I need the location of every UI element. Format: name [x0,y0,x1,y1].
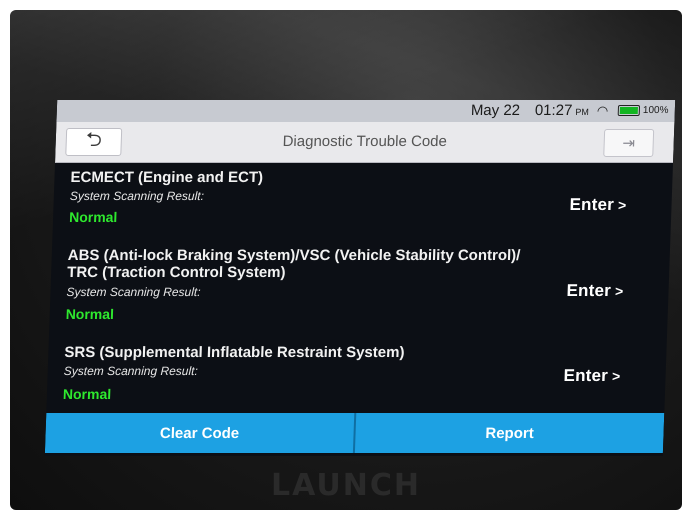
system-item-ecmect: ECMECT (Engine and ECT) System Scanning … [52,169,672,239]
enter-label: Enter [569,195,615,214]
battery-percent: 100% [642,105,669,116]
battery-icon [617,105,641,116]
system-list: ECMECT (Engine and ECT) System Scanning … [46,163,673,413]
device-bezel: May 22 01:27 PM ◠ 100% ⮌ Diagnostic Troub… [10,10,682,510]
scan-result-label: System Scanning Result: [63,364,199,378]
scan-result-value: Normal [65,306,115,322]
scan-result-value: Normal [62,386,112,402]
chevron-right-icon: > [614,283,624,299]
status-ampm: PM [575,107,590,117]
status-bar: May 22 01:27 PM ◠ 100% [56,100,676,122]
system-item-srs: SRS (Supplemental Inflatable Restraint S… [46,344,666,414]
chevron-right-icon: > [611,368,621,384]
exit-icon: ⇥ [622,134,636,152]
action-bar: Clear Code Report [44,413,665,453]
chevron-right-icon: > [617,197,627,213]
status-date: May 22 [470,102,521,119]
device-screen: May 22 01:27 PM ◠ 100% ⮌ Diagnostic Troub… [44,100,676,456]
system-name: ABS (Anti-lock Braking System)/VSC (Vehi… [66,247,521,281]
battery-fill [619,107,638,114]
enter-button[interactable]: Enter > [563,366,621,386]
scan-result-label: System Scanning Result: [69,189,205,203]
wifi-icon: ◠ [596,103,609,118]
enter-label: Enter [566,281,612,300]
scan-result-label: System Scanning Result: [66,285,201,299]
report-button[interactable]: Report [355,413,664,453]
enter-button[interactable]: Enter > [566,281,624,301]
scan-result-value: Normal [68,209,118,225]
enter-button[interactable]: Enter > [569,195,627,215]
title-bar: ⮌ Diagnostic Trouble Code ⇥ [55,122,675,163]
launch-logo: LAUNCH [270,468,421,503]
system-item-abs: ABS (Anti-lock Braking System)/VSC (Vehi… [49,247,670,337]
system-name: ECMECT (Engine and ECT) [70,169,264,186]
clear-code-button[interactable]: Clear Code [45,413,354,453]
enter-label: Enter [563,366,609,385]
status-time: 01:27 PM [535,102,590,119]
status-time-value: 01:27 [534,102,573,119]
system-name: SRS (Supplemental Inflatable Restraint S… [64,344,405,361]
exit-button[interactable]: ⇥ [603,129,655,157]
page-title: Diagnostic Trouble Code [282,133,448,150]
